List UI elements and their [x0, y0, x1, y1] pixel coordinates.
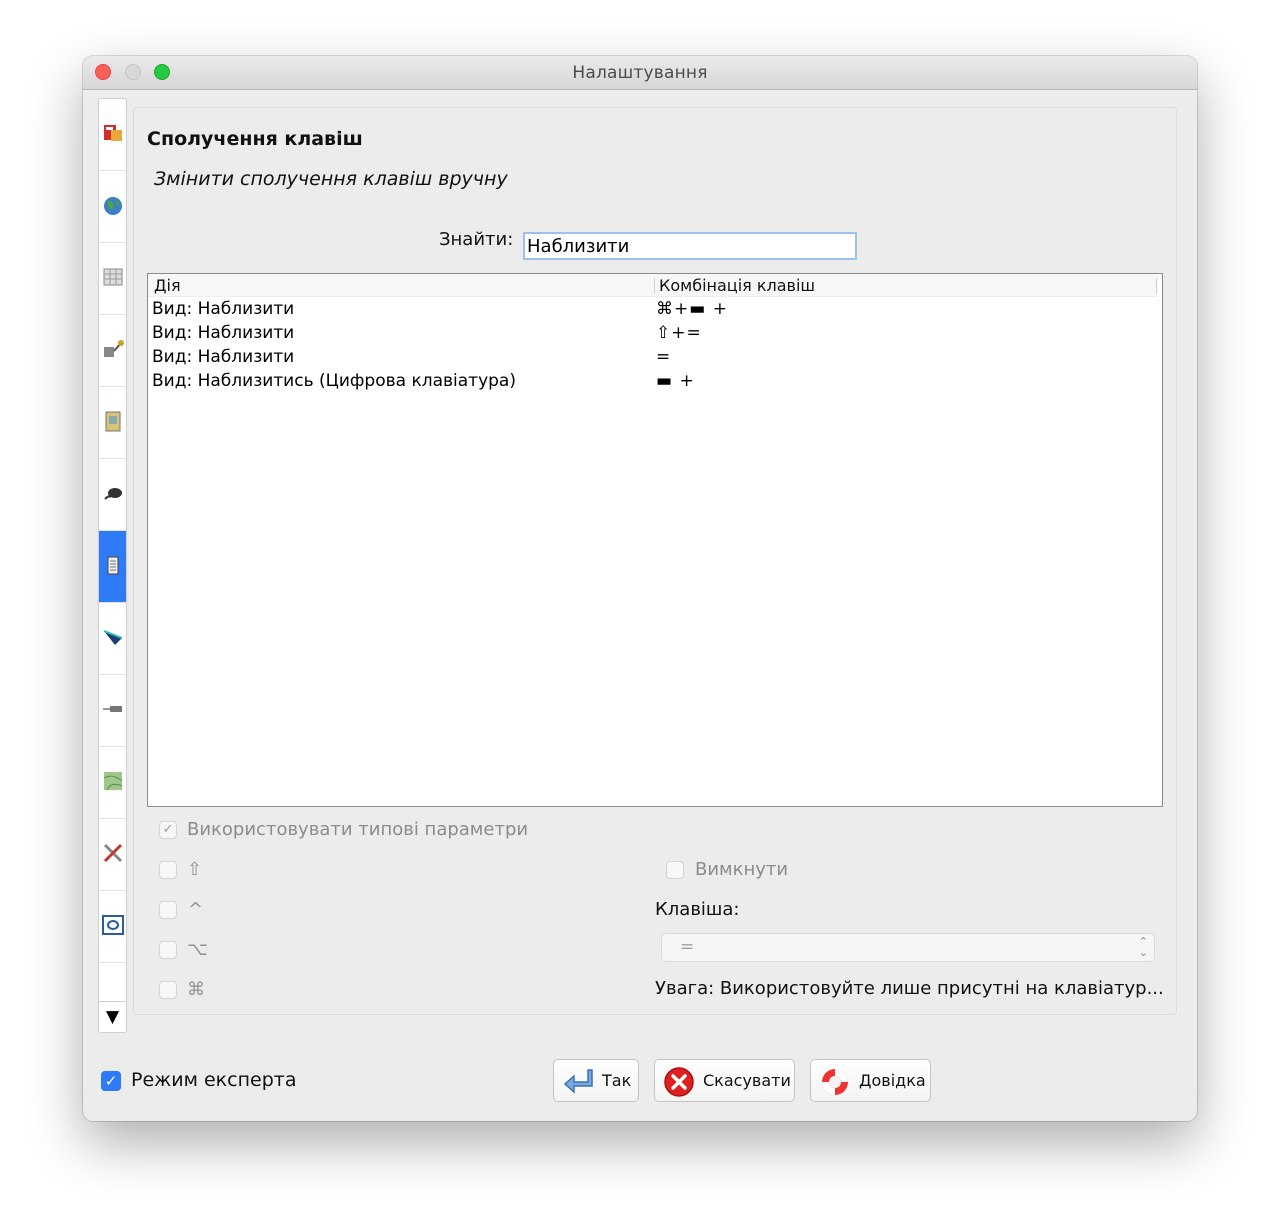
key-label: Клавіша: — [655, 899, 740, 920]
column-header-action[interactable]: Дія — [154, 276, 181, 295]
table-row[interactable]: Вид: Наблизити ⇧+= — [148, 322, 1162, 346]
document-icon — [105, 411, 121, 432]
search-input[interactable] — [523, 232, 857, 260]
sidebar-item-terminal[interactable] — [99, 675, 126, 747]
general-settings-icon — [104, 125, 122, 141]
return-arrow-icon — [563, 1069, 593, 1094]
expert-mode-checkbox[interactable]: ✓ — [101, 1071, 121, 1091]
combination-cell: ⇧+= — [656, 323, 702, 343]
key-select[interactable]: = ⌃ ⌄ — [661, 933, 1155, 962]
help-button[interactable]: Довідка — [810, 1059, 931, 1102]
column-separator — [654, 278, 655, 294]
column-header-combination[interactable]: Комбінація клавіш — [659, 276, 815, 295]
cancel-button-label: Скасувати — [703, 1071, 791, 1090]
cancel-button[interactable]: Скасувати — [654, 1059, 795, 1102]
shift-modifier-checkbox[interactable] — [159, 861, 177, 879]
combination-cell: ⌘+▬ + — [656, 299, 728, 319]
sidebar-item-grid[interactable] — [99, 243, 126, 315]
globe-icon — [104, 197, 122, 215]
table-header: Дія Комбінація клавіш — [148, 274, 1158, 297]
tools-icon — [103, 843, 123, 863]
action-cell: Вид: Наблизити — [152, 347, 295, 367]
lifebuoy-icon — [822, 1069, 848, 1095]
option-modifier-checkbox[interactable] — [159, 941, 177, 959]
use-defaults-label: Використовувати типові параметри — [187, 819, 529, 840]
sidebar-item-mouse[interactable] — [99, 459, 126, 531]
sidebar-item-arrow[interactable] — [99, 603, 126, 675]
grid-icon — [103, 268, 123, 286]
disable-checkbox[interactable] — [666, 861, 684, 879]
window-title: Налаштування — [572, 63, 708, 83]
sidebar-item-tools[interactable] — [99, 819, 126, 891]
section-title: Сполучення клавіш — [147, 128, 363, 150]
table-row[interactable]: Вид: Наблизитись (Цифрова клавіатура) ▬ … — [148, 370, 1162, 394]
key-select-value: = — [680, 937, 695, 957]
control-modifier-label: ^ — [188, 899, 204, 920]
ok-button[interactable]: Так — [553, 1059, 639, 1102]
shortcuts-table: Дія Комбінація клавіш Вид: Наблизити ⌘+▬… — [147, 273, 1163, 807]
arrow-icon — [103, 630, 123, 645]
combination-cell: ▬ + — [656, 371, 695, 391]
preferences-window: Налаштування ▼ Сполучення клавіш Змінити… — [83, 56, 1197, 1121]
terminal-icon — [103, 706, 122, 712]
table-row[interactable]: Вид: Наблизити ⌘+▬ + — [148, 298, 1162, 322]
mouse-icon — [104, 488, 122, 500]
warning-text: Увага: Використовуйте лише присутні на к… — [655, 978, 1164, 999]
sidebar-item-document[interactable] — [99, 387, 126, 459]
sidebar-item-frame[interactable] — [99, 891, 126, 963]
action-cell: Вид: Наблизити — [152, 323, 295, 343]
disable-label: Вимкнути — [695, 859, 789, 880]
command-modifier-checkbox[interactable] — [159, 981, 177, 999]
ok-button-label: Так — [602, 1071, 632, 1090]
sidebar-scroll-down-button[interactable]: ▼ — [99, 1001, 126, 1032]
table-row[interactable]: Вид: Наблизити = — [148, 346, 1162, 370]
action-cell: Вид: Наблизитись (Цифрова клавіатура) — [152, 371, 516, 391]
frame-icon — [102, 915, 124, 935]
sidebar-item-keyboard[interactable] — [99, 531, 126, 603]
command-modifier-label: ⌘ — [187, 979, 205, 1000]
sidebar-item-network[interactable] — [99, 315, 126, 387]
network-icon — [104, 340, 124, 357]
keyboard-icon — [107, 556, 119, 575]
option-modifier-label: ⌥ — [187, 939, 208, 960]
cancel-icon — [664, 1067, 694, 1097]
action-cell: Вид: Наблизити — [152, 299, 295, 319]
sidebar-item-general[interactable] — [99, 99, 126, 171]
column-separator — [1156, 278, 1157, 294]
shift-modifier-label: ⇧ — [187, 859, 203, 880]
settings-sidebar: ▼ — [98, 98, 127, 1033]
map-icon — [103, 772, 123, 791]
sidebar-item-globe[interactable] — [99, 171, 126, 243]
help-button-label: Довідка — [859, 1071, 926, 1090]
search-label: Знайти: — [439, 229, 514, 250]
sidebar-item-map[interactable] — [99, 747, 126, 819]
use-defaults-checkbox[interactable]: ✓ — [159, 821, 177, 839]
control-modifier-checkbox[interactable] — [159, 901, 177, 919]
title-bar: Налаштування — [83, 56, 1197, 90]
expert-mode-label: Режим експерта — [131, 1069, 297, 1091]
updown-chevron-icon: ⌃ ⌄ — [1138, 935, 1148, 959]
combination-cell: = — [656, 347, 672, 367]
section-subtitle: Змінити сполучення клавіш вручну — [154, 168, 508, 190]
